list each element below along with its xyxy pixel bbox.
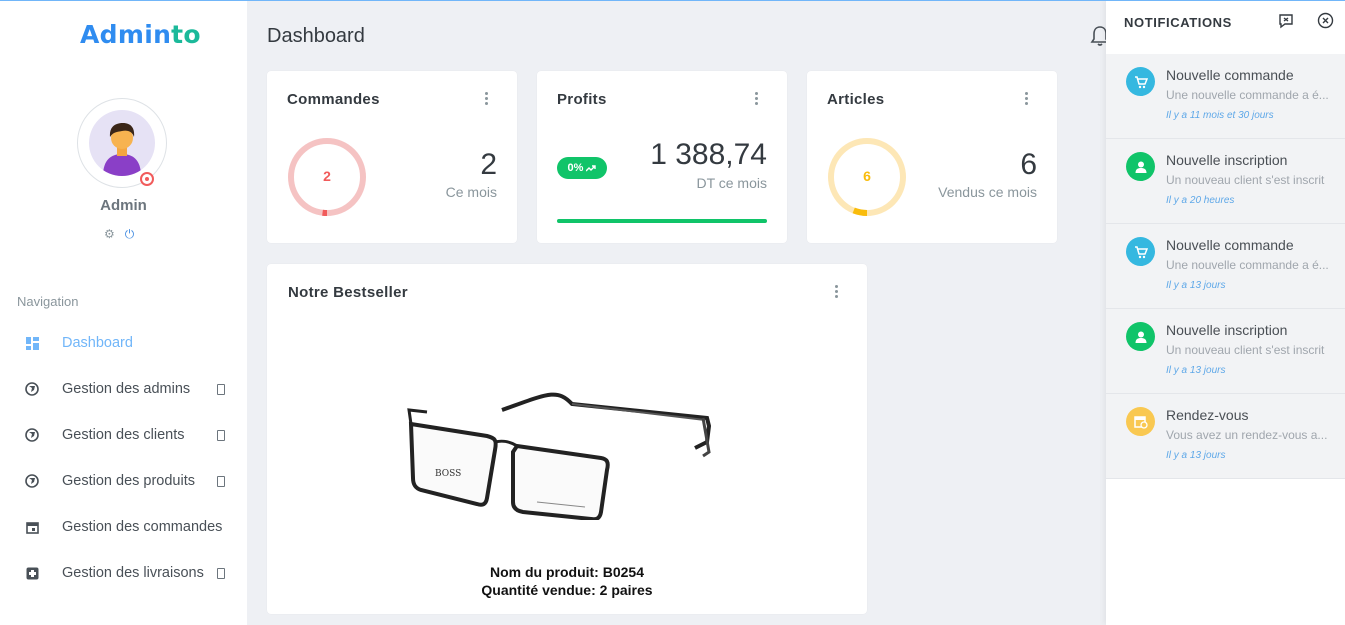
notification-item[interactable]: Nouvelle commande Une nouvelle commande … (1106, 224, 1345, 309)
notification-desc: Un nouveau client s'est inscrit (1166, 343, 1325, 357)
product-name: Nom du produit: B0254 (489, 564, 644, 580)
sidebar-item-label: Dashboard (62, 335, 133, 351)
globe-icon (25, 428, 39, 442)
sidebar: Adminto Admin ⚙ ⏻ Navigation Dashboard G… (0, 0, 247, 625)
submenu-arrow-icon (217, 383, 225, 395)
profit-trend-badge: 0% (557, 157, 607, 179)
brand-mark: BOSS (435, 469, 461, 479)
nav-section-title: Navigation (17, 294, 79, 309)
gear-icon[interactable]: ⚙ (104, 228, 115, 240)
orders-caption: Ce mois (445, 184, 497, 200)
notification-time: Il y a 13 jours (1166, 450, 1226, 461)
notification-item[interactable]: Nouvelle commande Une nouvelle commande … (1106, 54, 1345, 139)
card-title: Notre Bestseller (288, 284, 408, 301)
submenu-arrow-icon (217, 429, 225, 441)
notification-title: Nouvelle inscription (1166, 322, 1288, 338)
avatar[interactable] (77, 98, 167, 188)
notification-time: Il y a 20 heures (1166, 195, 1235, 206)
product-image: BOSS (407, 392, 712, 520)
notifications-panel: NOTIFICATIONS Nouvelle commande Une nouv… (1106, 0, 1345, 625)
notification-desc: Un nouveau client s'est inscrit (1166, 173, 1325, 187)
notification-title: Rendez-vous (1166, 407, 1249, 423)
clear-notifications-icon[interactable] (1278, 13, 1294, 29)
sidebar-item-label: Gestion des produits (62, 473, 195, 489)
submenu-arrow-icon (217, 475, 225, 487)
user-name: Admin (100, 197, 147, 214)
notification-desc: Une nouvelle commande a é... (1166, 258, 1329, 272)
user-icon (1126, 152, 1155, 181)
stat-card-profits: Profits 0% 1 388,74 DT ce mois (537, 71, 787, 243)
more-options-icon[interactable] (485, 92, 489, 106)
notification-desc: Vous avez un rendez-vous a... (1166, 428, 1328, 442)
articles-ring-value: 6 (863, 168, 871, 184)
more-options-icon[interactable] (835, 285, 839, 299)
status-indicator (140, 172, 154, 186)
notification-item[interactable]: Nouvelle inscription Un nouveau client s… (1106, 139, 1345, 224)
avatar-image (89, 110, 155, 176)
articles-caption: Vendus ce mois (938, 184, 1037, 200)
sidebar-item-label: Gestion des admins (62, 381, 191, 397)
globe-icon (25, 474, 39, 488)
calendar-clock-icon (1126, 407, 1155, 436)
sidebar-item-label: Gestion des clients (62, 427, 185, 443)
profits-progress-fill (557, 219, 767, 223)
calendar-icon (25, 520, 39, 534)
card-title: Profits (557, 91, 607, 108)
cart-icon (1126, 67, 1155, 96)
user-tools: ⚙ ⏻ (104, 228, 134, 240)
orders-value: 2 (480, 148, 497, 181)
sidebar-item-label: Gestion des commandes (62, 519, 223, 535)
close-icon[interactable] (1317, 12, 1334, 29)
top-accent-line (0, 0, 1345, 1)
notification-time: Il y a 11 mois et 30 jours (1166, 110, 1274, 121)
notification-time: Il y a 13 jours (1166, 365, 1226, 376)
notification-desc: Une nouvelle commande a é... (1166, 88, 1329, 102)
sidebar-item-livraisons[interactable]: Gestion des livraisons (0, 553, 247, 593)
notification-title: Nouvelle commande (1166, 67, 1294, 83)
medical-cross-icon (25, 566, 39, 580)
more-options-icon[interactable] (1025, 92, 1029, 106)
profits-caption: DT ce mois (696, 175, 767, 191)
notifications-title: NOTIFICATIONS (1124, 15, 1232, 30)
more-options-icon[interactable] (755, 92, 759, 106)
sidebar-item-commandes[interactable]: Gestion des commandes (0, 507, 247, 547)
sidebar-item-produits[interactable]: Gestion des produits (0, 461, 247, 501)
stat-card-articles: Articles 6 6 Vendus ce mois (807, 71, 1057, 243)
orders-ring-value: 2 (323, 168, 331, 184)
notification-title: Nouvelle commande (1166, 237, 1294, 253)
globe-icon (25, 382, 39, 396)
notification-item[interactable]: Nouvelle inscription Un nouveau client s… (1106, 309, 1345, 394)
bestseller-card: Notre Bestseller BOSS Nom du produit: B0… (267, 264, 867, 614)
power-icon[interactable]: ⏻ (125, 228, 135, 240)
app-logo[interactable]: Adminto (80, 20, 201, 49)
quantity-sold: Quantité vendue: 2 paires (481, 582, 653, 598)
profits-value: 1 388,74 (650, 138, 767, 171)
page-title: Dashboard (267, 25, 365, 47)
notification-item[interactable]: Rendez-vous Vous avez un rendez-vous a..… (1106, 394, 1345, 479)
profits-progress-bar (557, 219, 767, 223)
sidebar-item-label: Gestion des livraisons (62, 565, 204, 581)
sidebar-item-admins[interactable]: Gestion des admins (0, 369, 247, 409)
card-title: Articles (827, 91, 885, 108)
sidebar-item-dashboard[interactable]: Dashboard (0, 323, 247, 363)
articles-value: 6 (1020, 148, 1037, 181)
user-icon (1126, 322, 1155, 351)
stat-card-orders: Commandes 2 2 Ce mois (267, 71, 517, 243)
notification-title: Nouvelle inscription (1166, 152, 1288, 168)
cart-icon (1126, 237, 1155, 266)
card-title: Commandes (287, 91, 380, 108)
notification-time: Il y a 13 jours (1166, 280, 1226, 291)
sidebar-item-clients[interactable]: Gestion des clients (0, 415, 247, 455)
trending-up-icon (586, 164, 597, 171)
dashboard-grid-icon (25, 336, 39, 350)
submenu-arrow-icon (217, 567, 225, 579)
